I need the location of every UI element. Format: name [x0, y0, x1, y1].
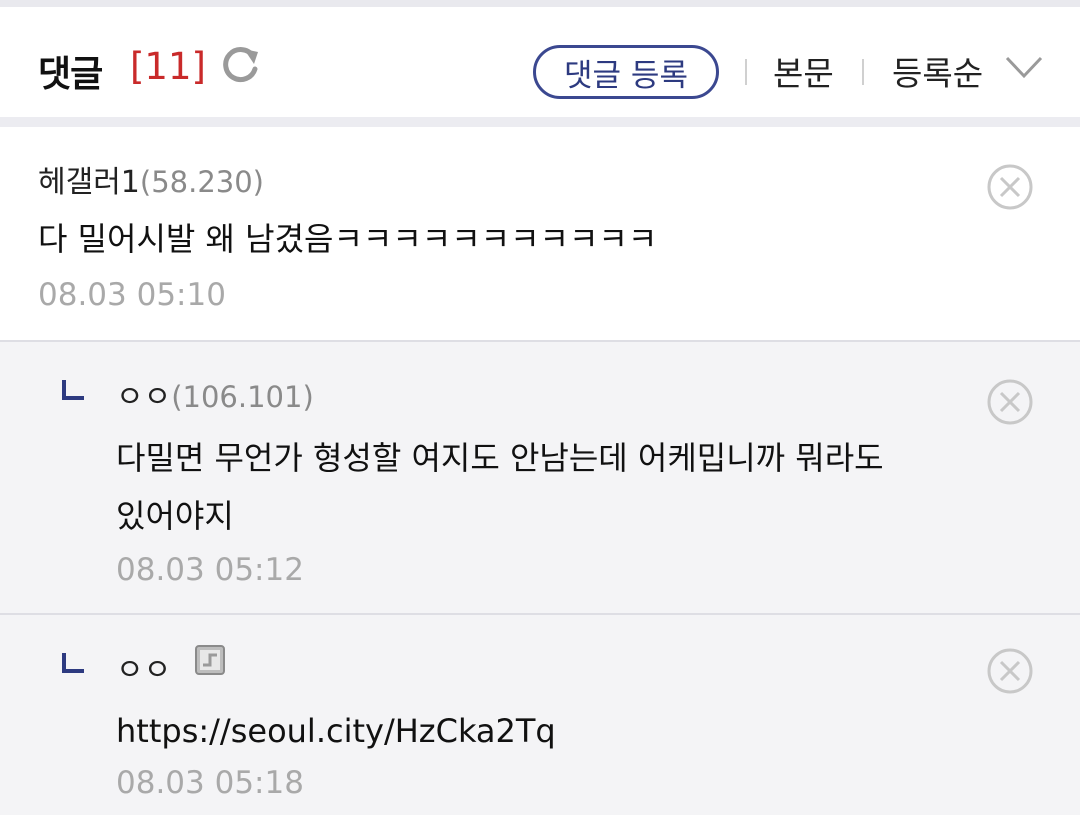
- reply-arrow-icon: [62, 380, 84, 400]
- comment-count: [11]: [130, 45, 206, 88]
- comment-title: 댓글: [38, 54, 103, 95]
- comment-date: 08.03 05:12: [116, 552, 304, 588]
- write-comment-button[interactable]: 댓글 등록: [533, 45, 719, 99]
- comment-author[interactable]: ㅇㅇ: [116, 644, 225, 689]
- reply-item: ㅇㅇ https://seoul.city/HzCka2Tq 08.03 05:…: [0, 615, 1080, 815]
- author-ip: (106.101): [171, 380, 314, 414]
- author-ip: (58.230): [139, 165, 264, 199]
- comment-link[interactable]: https://seoul.city/HzCka2Tq: [116, 703, 556, 759]
- gallog-icon[interactable]: [194, 644, 225, 675]
- comment-date: 08.03 05:18: [116, 765, 304, 801]
- divider: [745, 59, 747, 85]
- comment-date: 08.03 05:10: [38, 277, 226, 313]
- reply-arrow-icon: [62, 653, 84, 673]
- author-nickname[interactable]: ㅇㅇ: [116, 653, 171, 688]
- delete-icon[interactable]: [986, 378, 1034, 426]
- top-divider: [0, 0, 1080, 7]
- comment-text: 있어야지: [116, 497, 234, 535]
- author-nickname[interactable]: ㅇㅇ: [116, 380, 171, 415]
- refresh-icon[interactable]: [218, 43, 262, 87]
- comment-author[interactable]: ㅇㅇ(106.101): [116, 372, 314, 416]
- sort-dropdown[interactable]: 등록순: [892, 47, 983, 95]
- divider: [862, 59, 864, 85]
- comment-item: 헤갤러1(58.230) 다 밀어시발 왜 남겼음ㅋㅋㅋㅋㅋㅋㅋㅋㅋㅋㅋ 08.…: [0, 127, 1080, 342]
- comment-header: 댓글 [11] 댓글 등록 본문 등록순: [0, 7, 1080, 127]
- reply-item: ㅇㅇ(106.101) 다밀면 무언가 형성할 여지도 안남는데 어케밉니까 뭐…: [0, 342, 1080, 615]
- comment-text: 다 밀어시발 왜 남겼음ㅋㅋㅋㅋㅋㅋㅋㅋㅋㅋㅋ: [38, 220, 658, 258]
- body-link[interactable]: 본문: [773, 47, 834, 95]
- comment-author[interactable]: 헤갤러1(58.230): [38, 157, 264, 201]
- comment-text: 다밀면 무언가 형성할 여지도 안남는데 어케밉니까 뭐라도: [116, 439, 884, 477]
- chevron-down-icon[interactable]: [1004, 53, 1044, 81]
- author-nickname[interactable]: 헤갤러1: [38, 165, 140, 200]
- delete-icon[interactable]: [986, 647, 1034, 695]
- delete-icon[interactable]: [986, 163, 1034, 211]
